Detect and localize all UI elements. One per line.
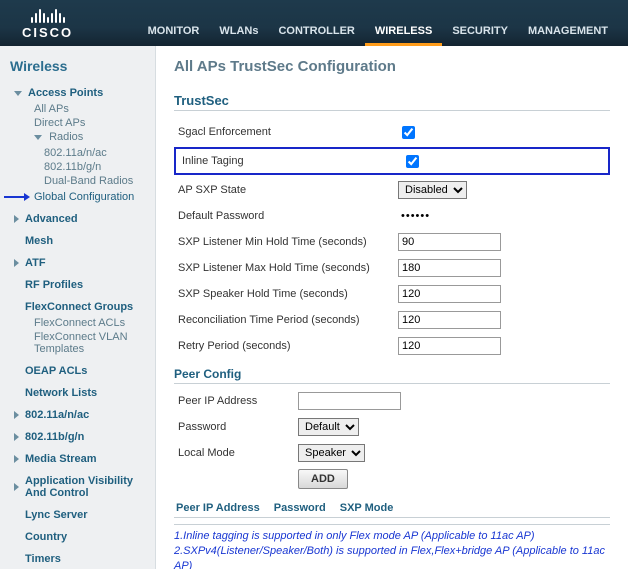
checkbox-inline-tagging[interactable]: [406, 155, 419, 168]
input-listener-min[interactable]: [398, 233, 501, 251]
row-speaker-hold: SXP Speaker Hold Time (seconds): [174, 283, 610, 305]
col-sxp-mode: SXP Mode: [340, 502, 394, 514]
sidebar-item-radio-b[interactable]: 802.11b/g/n: [44, 160, 155, 174]
row-reconciliation: Reconciliation Time Period (seconds): [174, 309, 610, 331]
add-button[interactable]: ADD: [298, 469, 348, 489]
nav-wlans[interactable]: WLANs: [209, 17, 268, 46]
sidebar-item-mesh[interactable]: Mesh: [0, 232, 155, 250]
sidebar-item-lync[interactable]: Lync Server: [0, 506, 155, 524]
select-peer-password[interactable]: Default: [298, 418, 359, 436]
input-listener-max[interactable]: [398, 259, 501, 277]
nav-management[interactable]: MANAGEMENT: [518, 17, 618, 46]
sidebar-item-radios[interactable]: Radios: [34, 130, 155, 144]
caret-down-icon: [34, 135, 42, 140]
sidebar-item-direct-aps[interactable]: Direct APs: [34, 116, 155, 130]
select-sxp-state[interactable]: Disabled: [398, 181, 467, 199]
sidebar-item-80211b[interactable]: 802.11b/g/n: [0, 428, 155, 446]
footnotes: 1.Inline tagging is supported in only Fl…: [174, 524, 610, 569]
sidebar-item-global-configuration[interactable]: Global Configuration: [34, 190, 155, 204]
row-peer-password: Password Default: [174, 416, 610, 438]
label-peer-password: Password: [174, 421, 298, 433]
select-local-mode[interactable]: Speaker: [298, 444, 365, 462]
input-retry[interactable]: [398, 337, 501, 355]
row-local-mode: Local Mode Speaker: [174, 442, 610, 464]
caret-down-icon: [14, 91, 22, 96]
nav-wireless[interactable]: WIRELESS: [365, 17, 442, 46]
sidebar-item-flex-vlan[interactable]: FlexConnect VLAN Templates: [34, 330, 155, 356]
sidebar-item-advanced[interactable]: Advanced: [0, 210, 155, 228]
sidebar-item-access-points[interactable]: Access Points: [0, 84, 155, 102]
row-peer-ip: Peer IP Address: [174, 390, 610, 412]
row-add: ADD: [174, 468, 610, 490]
sidebar-item-radio-a[interactable]: 802.11a/n/ac: [44, 146, 155, 160]
sidebar-item-country[interactable]: Country: [0, 528, 155, 546]
section-peer-config-heading: Peer Config: [174, 367, 610, 384]
label-sxp-state: AP SXP State: [174, 184, 398, 196]
sidebar-item-network-lists[interactable]: Network Lists: [0, 384, 155, 402]
footnote-2: 2.SXPv4(Listener/Speaker/Both) is suppor…: [174, 544, 610, 569]
row-sgacl: Sgacl Enforcement: [174, 121, 610, 143]
nav-security[interactable]: SECURITY: [442, 17, 518, 46]
cisco-logo: CISCO: [0, 3, 87, 46]
label-retry: Retry Period (seconds): [174, 340, 398, 352]
sidebar-item-timers[interactable]: Timers: [0, 550, 155, 568]
nav-controller[interactable]: CONTROLLER: [268, 17, 364, 46]
row-listener-min: SXP Listener Min Hold Time (seconds): [174, 231, 610, 253]
sidebar-item-oeap-acls[interactable]: OEAP ACLs: [0, 362, 155, 380]
label-speaker-hold: SXP Speaker Hold Time (seconds): [174, 288, 398, 300]
sidebar-item-radio-dual[interactable]: Dual-Band Radios: [44, 174, 155, 188]
caret-right-icon: [14, 483, 19, 491]
label-peer-ip: Peer IP Address: [174, 395, 298, 407]
caret-right-icon: [14, 215, 19, 223]
sidebar-item-flexconnect-groups[interactable]: FlexConnect Groups: [0, 298, 155, 316]
sidebar-item-media-stream[interactable]: Media Stream: [0, 450, 155, 468]
input-reconciliation[interactable]: [398, 311, 501, 329]
section-trustsec-heading: TrustSec: [174, 93, 610, 111]
sidebar-item-flex-acls[interactable]: FlexConnect ACLs: [34, 316, 155, 330]
top-nav: MONITOR WLANs CONTROLLER WIRELESS SECURI…: [138, 0, 618, 46]
footnote-1: 1.Inline tagging is supported in only Fl…: [174, 529, 610, 544]
row-inline-tagging: Inline Taging: [174, 147, 610, 175]
page-title: All APs TrustSec Configuration: [174, 58, 610, 75]
input-speaker-hold[interactable]: [398, 285, 501, 303]
label-sgacl: Sgacl Enforcement: [174, 126, 398, 138]
sidebar: Wireless Access Points All APs Direct AP…: [0, 46, 156, 569]
sidebar-item-rf-profiles[interactable]: RF Profiles: [0, 276, 155, 294]
signal-bars-icon: [31, 7, 65, 23]
content-area: All APs TrustSec Configuration TrustSec …: [156, 46, 628, 569]
label-local-mode: Local Mode: [174, 447, 298, 459]
row-retry: Retry Period (seconds): [174, 335, 610, 357]
input-default-password[interactable]: [398, 208, 494, 224]
peer-table-header: Peer IP Address Password SXP Mode: [174, 498, 610, 518]
sidebar-item-80211a[interactable]: 802.11a/n/ac: [0, 406, 155, 424]
col-peer-ip: Peer IP Address: [176, 502, 260, 514]
label-listener-min: SXP Listener Min Hold Time (seconds): [174, 236, 398, 248]
app-header: CISCO MONITOR WLANs CONTROLLER WIRELESS …: [0, 0, 628, 46]
sidebar-item-all-aps[interactable]: All APs: [34, 102, 155, 116]
col-password: Password: [274, 502, 326, 514]
caret-right-icon: [14, 433, 19, 441]
sidebar-item-avc[interactable]: Application Visibility And Control: [0, 472, 155, 502]
caret-right-icon: [14, 259, 19, 267]
pointer-arrow-icon: [4, 192, 30, 200]
row-default-password: Default Password: [174, 205, 610, 227]
sidebar-item-atf[interactable]: ATF: [0, 254, 155, 272]
caret-right-icon: [14, 411, 19, 419]
nav-monitor[interactable]: MONITOR: [138, 17, 210, 46]
label-reconciliation: Reconciliation Time Period (seconds): [174, 314, 398, 326]
label-default-password: Default Password: [174, 210, 398, 222]
caret-right-icon: [14, 455, 19, 463]
label-listener-max: SXP Listener Max Hold Time (seconds): [174, 262, 398, 274]
label-inline-tagging: Inline Taging: [178, 155, 402, 167]
row-listener-max: SXP Listener Max Hold Time (seconds): [174, 257, 610, 279]
sidebar-title: Wireless: [0, 54, 155, 82]
input-peer-ip[interactable]: [298, 392, 401, 410]
row-sxp-state: AP SXP State Disabled: [174, 179, 610, 201]
checkbox-sgacl[interactable]: [402, 126, 415, 139]
brand-text: CISCO: [22, 25, 73, 40]
